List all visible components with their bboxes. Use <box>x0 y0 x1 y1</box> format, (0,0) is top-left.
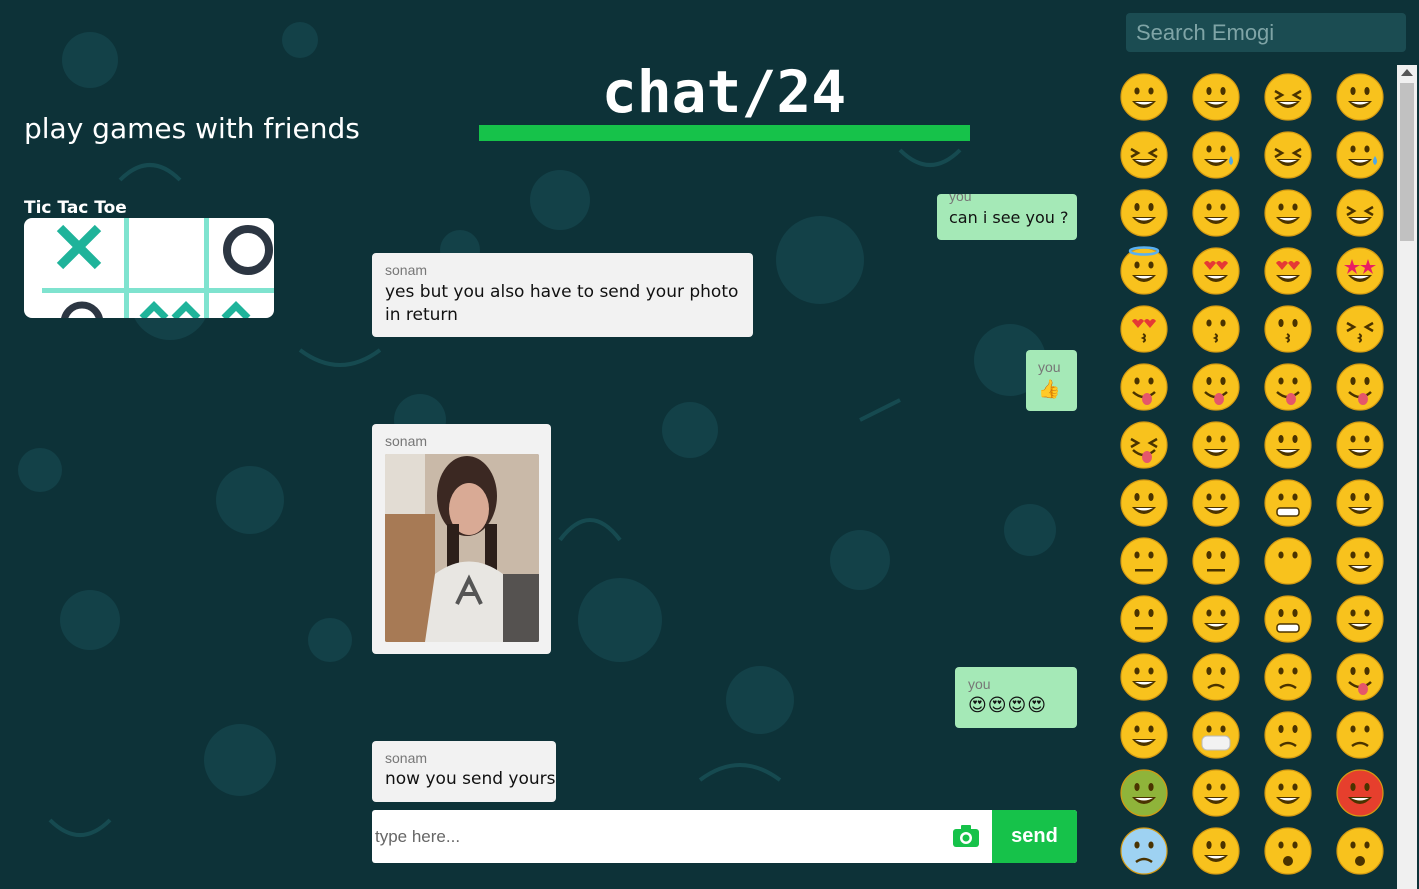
squinting-laugh-emoji-icon[interactable] <box>1119 130 1169 180</box>
smiling-eyes-emoji-icon[interactable] <box>1335 188 1385 238</box>
sleepy-emoji-icon[interactable] <box>1263 652 1313 702</box>
tic-tac-toe-board-icon <box>42 218 274 318</box>
message-sonam-1: sonam yes but you also have to send your… <box>372 253 753 337</box>
lying-emoji-icon[interactable] <box>1335 594 1385 644</box>
scrollbar-thumb[interactable] <box>1400 83 1414 241</box>
message-text: can i see you ? <box>949 208 1069 227</box>
send-button[interactable]: send <box>992 810 1077 863</box>
sneezing-emoji-icon[interactable] <box>1263 768 1313 818</box>
rolling-laughing-emoji-icon[interactable] <box>1263 130 1313 180</box>
raised-eyebrow-emoji-icon[interactable] <box>1335 478 1385 528</box>
message-sonam-photo: sonam <box>372 424 551 654</box>
sleeping-emoji-icon[interactable] <box>1119 710 1169 760</box>
title-underline <box>479 125 970 141</box>
emoji-search-input[interactable] <box>1126 13 1406 52</box>
sweat-smile-emoji-icon[interactable] <box>1191 130 1241 180</box>
message-you-3: you 😍😍😍😍 <box>955 667 1077 728</box>
tears-of-joy-emoji-icon[interactable] <box>1335 130 1385 180</box>
person-photo-icon <box>385 454 539 642</box>
shared-photo[interactable] <box>385 454 539 642</box>
heart-eyes-emojis: 😍😍😍😍 <box>968 695 1048 716</box>
message-you-2: you 👍 <box>1026 350 1077 411</box>
winking-emoji-icon[interactable] <box>1263 188 1313 238</box>
app-title: chat/24 <box>601 58 847 126</box>
emoji-grid <box>1108 68 1398 889</box>
thermometer-emoji-icon[interactable] <box>1263 710 1313 760</box>
cold-face-emoji-icon[interactable] <box>1119 826 1169 876</box>
message-text: yes but you also have to send your photo… <box>385 282 739 325</box>
expressionless-emoji-icon[interactable] <box>1191 536 1241 586</box>
grimacing-emoji-icon[interactable] <box>1263 594 1313 644</box>
kissing-heart-emoji-icon[interactable] <box>1119 304 1169 354</box>
relieved-emoji-icon[interactable] <box>1119 652 1169 702</box>
message-sender: you <box>949 194 972 204</box>
games-heading: play games with friends <box>24 112 360 145</box>
message-text: now you send yours <box>385 769 556 789</box>
zany-emoji-icon[interactable] <box>1335 362 1385 412</box>
hugging-emoji-icon[interactable] <box>1263 420 1313 470</box>
smiling-hearts-emoji-icon[interactable] <box>1191 246 1241 296</box>
heart-eyes-emoji-icon[interactable] <box>1263 246 1313 296</box>
dizzy-emoji-icon[interactable] <box>1263 826 1313 876</box>
exploding-head-emoji-icon[interactable] <box>1335 826 1385 876</box>
nauseated-emoji-icon[interactable] <box>1119 768 1169 818</box>
halo-emoji-icon[interactable] <box>1119 246 1169 296</box>
game-label-tic-tac-toe: Tic Tac Toe <box>24 198 127 218</box>
winking-tongue-emoji-icon[interactable] <box>1263 362 1313 412</box>
kissing-blush-emoji-icon[interactable] <box>1263 304 1313 354</box>
message-input[interactable] <box>372 810 945 863</box>
grinning-big-eyes-emoji-icon[interactable] <box>1191 72 1241 122</box>
tongue-out-emoji-icon[interactable] <box>1191 362 1241 412</box>
money-mouth-emoji-icon[interactable] <box>1191 420 1241 470</box>
grinning-face-emoji-icon[interactable] <box>1119 72 1169 122</box>
neutral-emoji-icon[interactable] <box>1119 536 1169 586</box>
zipper-mouth-emoji-icon[interactable] <box>1263 478 1313 528</box>
vomiting-emoji-icon[interactable] <box>1191 768 1241 818</box>
smirking-emoji-icon[interactable] <box>1335 536 1385 586</box>
shushing-emoji-icon[interactable] <box>1119 478 1169 528</box>
bandage-emoji-icon[interactable] <box>1335 710 1385 760</box>
thumbs-up-emoji: 👍 <box>1038 379 1061 400</box>
message-composer: send <box>372 810 1077 863</box>
star-struck-emoji-icon[interactable] <box>1335 246 1385 296</box>
scroll-up-arrow-icon[interactable] <box>1401 69 1413 76</box>
emoji-scrollbar[interactable] <box>1397 65 1417 889</box>
message-sender: sonam <box>385 262 428 278</box>
pensive-emoji-icon[interactable] <box>1191 652 1241 702</box>
no-mouth-emoji-icon[interactable] <box>1263 536 1313 586</box>
kissing-emoji-icon[interactable] <box>1191 304 1241 354</box>
grinning-smiling-eyes-emoji-icon[interactable] <box>1263 72 1313 122</box>
eye-roll-emoji-icon[interactable] <box>1191 594 1241 644</box>
camera-icon[interactable] <box>952 824 980 848</box>
message-sender: sonam <box>385 433 428 449</box>
message-sender: you <box>968 676 991 692</box>
hand-over-mouth-emoji-icon[interactable] <box>1335 420 1385 470</box>
squinting-tongue-emoji-icon[interactable] <box>1119 420 1169 470</box>
message-sender: sonam <box>385 750 428 766</box>
upside-down-emoji-icon[interactable] <box>1191 188 1241 238</box>
mask-emoji-icon[interactable] <box>1191 710 1241 760</box>
kissing-smiling-eyes-emoji-icon[interactable] <box>1335 304 1385 354</box>
yum-emoji-icon[interactable] <box>1119 362 1169 412</box>
slight-smile-emoji-icon[interactable] <box>1119 188 1169 238</box>
hot-face-emoji-icon[interactable] <box>1335 768 1385 818</box>
woozy-emoji-icon[interactable] <box>1191 826 1241 876</box>
tic-tac-toe-card[interactable] <box>24 218 274 318</box>
message-sonam-2: sonam now you send yours <box>372 741 556 802</box>
thinking-emoji-icon[interactable] <box>1191 478 1241 528</box>
drooling-emoji-icon[interactable] <box>1335 652 1385 702</box>
unamused-emoji-icon[interactable] <box>1119 594 1169 644</box>
beaming-face-emoji-icon[interactable] <box>1335 72 1385 122</box>
message-you-1: you can i see you ? <box>937 194 1077 240</box>
message-sender: you <box>1038 359 1061 375</box>
